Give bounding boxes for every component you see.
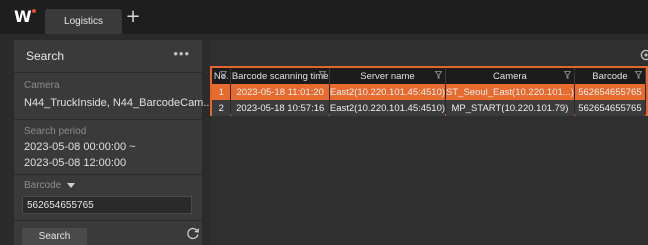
search-period-end[interactable]: 2023-05-08 12:00:00 xyxy=(24,157,126,169)
filter-icon[interactable] xyxy=(220,71,228,79)
chevron-down-icon xyxy=(67,182,76,188)
column-header-scan-time[interactable]: Barcode scanning time xyxy=(230,68,330,84)
cell-no: 2 xyxy=(212,100,232,116)
divider xyxy=(14,220,202,221)
search-panel-title: Search xyxy=(26,49,65,63)
column-header-no[interactable]: No. xyxy=(212,68,232,84)
search-button[interactable]: Search xyxy=(22,228,87,245)
results-table: No. Barcode scanning time Server name Ca… xyxy=(212,68,647,116)
divider xyxy=(14,119,202,120)
filter-icon[interactable] xyxy=(635,71,642,79)
camera-label: Camera xyxy=(24,80,60,91)
results-panel: No. Barcode scanning time Server name Ca… xyxy=(210,40,648,245)
results-table-frame: No. Barcode scanning time Server name Ca… xyxy=(210,66,648,116)
table-row[interactable]: 2 2023-05-18 10:57:16 East2(10.220.101.4… xyxy=(212,100,647,116)
title-bar: W Logistics + xyxy=(0,0,648,34)
tab-logistics[interactable]: Logistics xyxy=(45,9,122,34)
column-header-barcode[interactable]: Barcode xyxy=(574,68,647,84)
cell-barcode: 562654655765 xyxy=(574,100,647,116)
camera-value[interactable]: N44_TruckInside, N44_BarcodeCam... xyxy=(24,97,213,109)
table-row[interactable]: 1 2023-05-18 11:01:20 East2(10.220.101.4… xyxy=(212,84,647,100)
gear-icon[interactable] xyxy=(640,49,648,61)
cell-camera: ST_Seoul_East(10.220.101...) xyxy=(445,84,575,100)
results-toolbar xyxy=(210,40,648,64)
table-header-row: No. Barcode scanning time Server name Ca… xyxy=(212,68,647,84)
cell-server: East2(10.220.101.45:4510) xyxy=(329,84,447,100)
search-panel: Search ••• Camera N44_TruckInside, N44_B… xyxy=(14,40,213,245)
cell-camera: MP_START(10.220.101.79) xyxy=(445,100,575,116)
divider xyxy=(14,174,202,175)
column-header-server[interactable]: Server name xyxy=(329,68,447,84)
cell-barcode: 562654655765 xyxy=(574,84,647,100)
app-logo: W xyxy=(14,7,36,26)
barcode-dropdown[interactable]: Barcode xyxy=(24,180,76,191)
filter-icon[interactable] xyxy=(563,71,571,79)
barcode-label: Barcode xyxy=(24,180,62,191)
search-period-start[interactable]: 2023-05-08 00:00:00 ~ xyxy=(24,141,136,153)
cell-server: East2(10.220.101.45:4510) xyxy=(329,100,447,116)
search-period-label: Search period xyxy=(24,126,87,137)
column-header-camera[interactable]: Camera xyxy=(445,68,575,84)
cell-scan-time: 2023-05-18 11:01:20 xyxy=(230,84,330,100)
barcode-input[interactable] xyxy=(22,196,192,214)
refresh-icon[interactable] xyxy=(186,226,200,240)
plus-icon[interactable]: + xyxy=(125,8,141,26)
cell-scan-time: 2023-05-18 10:57:16 xyxy=(230,100,330,116)
filter-icon[interactable] xyxy=(318,71,326,79)
search-panel-header: Search ••• xyxy=(14,40,202,73)
more-icon[interactable]: ••• xyxy=(173,46,190,61)
filter-icon[interactable] xyxy=(435,71,443,79)
cell-no: 1 xyxy=(212,84,232,100)
